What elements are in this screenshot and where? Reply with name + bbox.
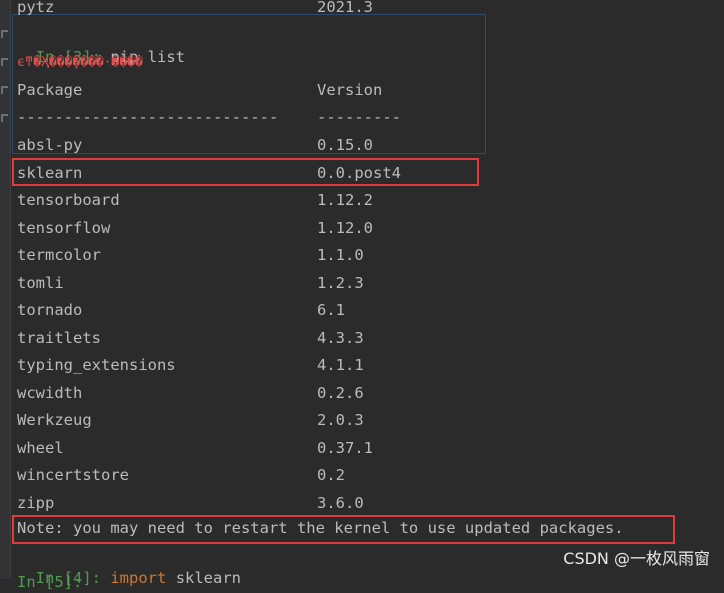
package-version: 3.6.0 — [317, 493, 364, 512]
cell-5-prompt[interactable]: In [5]: — [17, 571, 82, 593]
package-version: 0.2 — [317, 466, 345, 484]
package-version: 0.37.1 — [317, 438, 373, 457]
package-version: 0.2.6 — [317, 383, 364, 402]
package-name: pytz — [17, 0, 55, 16]
header-package: Package — [17, 81, 83, 99]
package-version: 2.0.3 — [317, 411, 364, 429]
separator-package: ---------------------------- — [17, 108, 279, 126]
module-name: sklearn — [175, 569, 242, 587]
editor-gutter — [0, 0, 11, 579]
package-version: 0.15.0 — [317, 136, 373, 154]
package-name: traitlets — [17, 328, 101, 347]
garbled-output: ϵͳ�Ҳ���ָ����·���� — [17, 55, 143, 70]
package-name: zipp — [17, 493, 55, 512]
package-name: Werkzeug — [17, 411, 92, 429]
import-keyword: import — [110, 569, 167, 587]
package-name: absl-py — [17, 136, 83, 154]
package-version: 6.1 — [317, 301, 345, 319]
package-name: wcwidth — [17, 383, 83, 402]
fold-marker-icon[interactable] — [1, 30, 8, 38]
package-version: 1.2.3 — [317, 273, 364, 292]
package-name: tornado — [17, 301, 83, 319]
package-name: tensorboard — [17, 191, 120, 209]
package-name: termcolor — [17, 246, 101, 264]
fold-marker-icon[interactable] — [1, 58, 8, 66]
package-name: tensorflow — [17, 218, 111, 237]
package-name: typing_extensions — [17, 356, 176, 374]
package-version: 4.3.3 — [317, 328, 364, 347]
header-version: Version — [317, 81, 383, 99]
package-version: 2021.3 — [317, 0, 373, 16]
sklearn-highlight-box — [12, 158, 479, 186]
watermark: CSDN @一枚风雨窗 — [563, 549, 710, 568]
package-version: 1.12.2 — [317, 191, 373, 209]
table-header: Package Version — [17, 79, 382, 101]
package-name: wheel — [17, 438, 64, 457]
cell-4-input[interactable]: In [4]: import sklearn — [17, 545, 241, 587]
fold-marker-icon[interactable] — [1, 86, 8, 94]
note-highlight-box — [12, 515, 675, 544]
package-name: tomli — [17, 273, 64, 292]
package-version: 1.1.0 — [317, 246, 364, 264]
package-version: 1.12.0 — [317, 218, 373, 237]
table-separator: ---------------------------- --------- — [17, 106, 401, 128]
fold-marker-icon[interactable] — [1, 114, 8, 122]
cell-3-input[interactable]: In [3]: pip list — [17, 24, 185, 66]
separator-version: --------- — [317, 108, 401, 126]
output-row-pytz: pytz 2021.3 — [17, 0, 373, 18]
package-name: wincertstore — [17, 466, 129, 484]
package-version: 4.1.1 — [317, 356, 364, 374]
